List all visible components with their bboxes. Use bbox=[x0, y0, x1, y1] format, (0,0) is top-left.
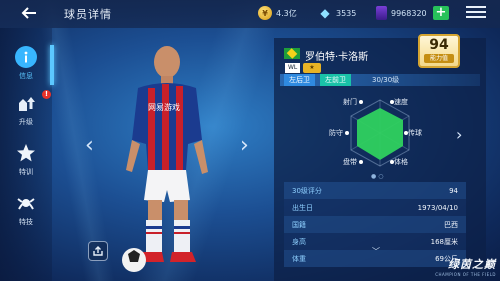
menu-icon[interactable] bbox=[466, 6, 486, 20]
share-icon bbox=[93, 246, 103, 256]
stat-label: 盘带 bbox=[343, 157, 363, 167]
stat-label: 传球 bbox=[402, 128, 422, 138]
svg-text:网易游戏: 网易游戏 bbox=[148, 102, 180, 112]
nav-item-info[interactable]: 信息 bbox=[6, 46, 46, 81]
nav-label: 升级 bbox=[19, 118, 33, 126]
logo-text: 绿茵之巅 bbox=[448, 258, 496, 271]
stat-label: 体格 bbox=[388, 157, 408, 167]
back-button[interactable] bbox=[18, 3, 40, 23]
coin-balance: ¥ 4.3亿 bbox=[258, 5, 297, 21]
previous-player-arrow[interactable]: ‹ bbox=[85, 133, 94, 158]
card-icon bbox=[376, 6, 387, 20]
alert-badge: ! bbox=[42, 90, 51, 99]
info-row: 30级评分 94 bbox=[284, 182, 466, 199]
info-row: 出生日 1973/04/10 bbox=[284, 199, 466, 216]
next-page-arrow[interactable]: › bbox=[456, 125, 462, 144]
nav-label: 信息 bbox=[19, 72, 33, 80]
chevron-down-icon[interactable]: ﹀ bbox=[372, 246, 380, 257]
player-level: 30/30级 bbox=[372, 76, 400, 84]
info-icon bbox=[15, 46, 37, 68]
diamond-icon: ◆ bbox=[320, 6, 330, 20]
rating-value: 94 bbox=[429, 37, 449, 53]
player-model: 网易游戏 bbox=[122, 46, 208, 272]
coin-value: 4.3亿 bbox=[276, 8, 297, 18]
nav-item-training[interactable]: 特训 bbox=[6, 142, 46, 177]
position-tag: 左后卫 bbox=[284, 74, 315, 86]
nav-item-skill[interactable]: 特技 bbox=[6, 192, 46, 227]
nav-active-indicator bbox=[50, 45, 54, 85]
back-arrow-icon bbox=[21, 7, 36, 19]
gem-value: 3535 bbox=[336, 8, 357, 18]
player-name: 罗伯特·卡洛斯 bbox=[305, 52, 369, 63]
info-row: 国籍 巴西 bbox=[284, 216, 466, 233]
nav-label: 特技 bbox=[19, 218, 33, 226]
gem-balance: ◆ 3535 bbox=[318, 5, 356, 21]
star-icon bbox=[15, 142, 37, 164]
game-logo: 绿茵之巅 CHAMPION OF THE FIELD bbox=[410, 256, 496, 278]
upgrade-icon: ! bbox=[15, 90, 51, 114]
card-balance: 9968320 bbox=[376, 5, 427, 21]
share-button[interactable] bbox=[88, 241, 108, 261]
card-value: 9968320 bbox=[391, 8, 427, 18]
skill-icon bbox=[15, 192, 37, 214]
logo-subtext: CHAMPION OF THE FIELD bbox=[435, 272, 496, 277]
position-row: 左后卫 左前卫 30/30级 bbox=[280, 74, 480, 86]
stat-label: 射门 bbox=[343, 97, 363, 107]
rating-badge: 94 能力值 bbox=[418, 34, 460, 68]
rank-star-icon: ★ bbox=[303, 63, 321, 73]
nav-label: 特训 bbox=[19, 168, 33, 176]
coin-icon: ¥ bbox=[258, 6, 272, 20]
stat-label: 防守 bbox=[329, 128, 349, 138]
radar-fill bbox=[357, 108, 403, 160]
page-indicator: ●○ bbox=[371, 173, 386, 180]
brazil-flag-icon bbox=[284, 48, 300, 59]
stat-label: 速度 bbox=[388, 97, 408, 107]
player-tag: WL bbox=[285, 63, 301, 73]
position-tag: 左前卫 bbox=[320, 74, 351, 86]
next-player-arrow[interactable]: › bbox=[240, 133, 249, 158]
top-bar: 球员详情 ¥ 4.3亿 ◆ 3535 9968320 + bbox=[0, 0, 500, 28]
page-title: 球员详情 bbox=[64, 8, 112, 21]
rating-label: 能力值 bbox=[424, 54, 454, 63]
nav-item-upgrade[interactable]: ! 升级 bbox=[6, 90, 51, 127]
add-currency-button[interactable]: + bbox=[433, 6, 449, 20]
